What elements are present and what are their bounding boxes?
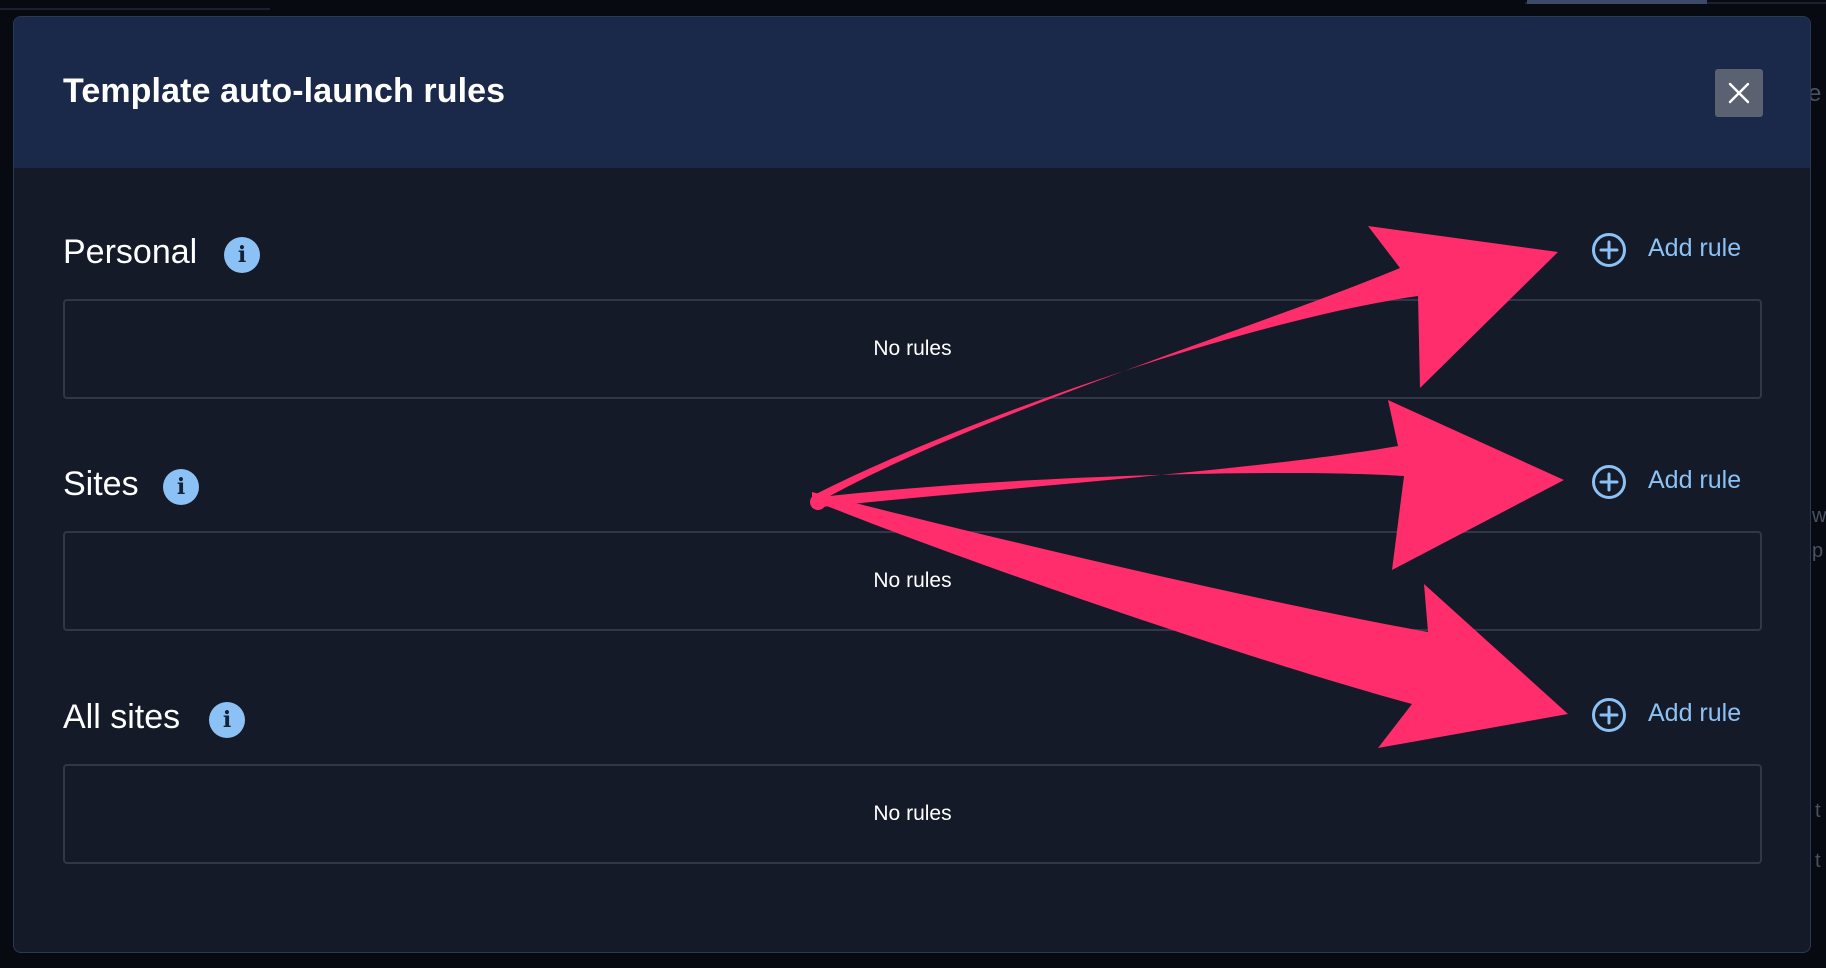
section-title: Sites [63, 465, 139, 503]
info-icon[interactable]: i [224, 237, 260, 273]
background-text-fragment: t [1815, 850, 1821, 872]
auto-launch-rules-dialog: Template auto-launch rules Personal i Ad… [13, 16, 1811, 953]
background-tab-indicator [1527, 0, 1707, 4]
dialog-header: Template auto-launch rules [14, 17, 1810, 168]
rules-list: No rules [63, 764, 1762, 864]
section-title: All sites [63, 698, 181, 736]
add-rule-label: Add rule [1648, 234, 1742, 262]
background-divider [0, 8, 270, 10]
close-icon [1728, 82, 1750, 104]
empty-state-text: No rules [873, 802, 952, 825]
section-title: Personal [63, 233, 198, 271]
dialog-title: Template auto-launch rules [63, 72, 506, 110]
plus-circle-icon [1592, 465, 1626, 499]
plus-circle-icon [1592, 233, 1626, 267]
rules-list: No rules [63, 299, 1762, 399]
add-rule-button[interactable]: Add rule [1579, 695, 1764, 735]
rules-list: No rules [63, 531, 1762, 631]
info-icon[interactable]: i [163, 469, 199, 505]
add-rule-label: Add rule [1648, 466, 1742, 494]
add-rule-label: Add rule [1648, 699, 1742, 727]
info-icon[interactable]: i [209, 702, 245, 738]
background-text-fragment: t [1815, 800, 1821, 822]
plus-circle-icon [1592, 698, 1626, 732]
empty-state-text: No rules [873, 569, 952, 592]
empty-state-text: No rules [873, 337, 952, 360]
add-rule-button[interactable]: Add rule [1579, 230, 1764, 270]
close-button[interactable] [1715, 69, 1763, 117]
add-rule-button[interactable]: Add rule [1579, 462, 1764, 502]
background-text-fragment: p [1812, 540, 1824, 562]
background-text-fragment: w [1812, 505, 1826, 527]
